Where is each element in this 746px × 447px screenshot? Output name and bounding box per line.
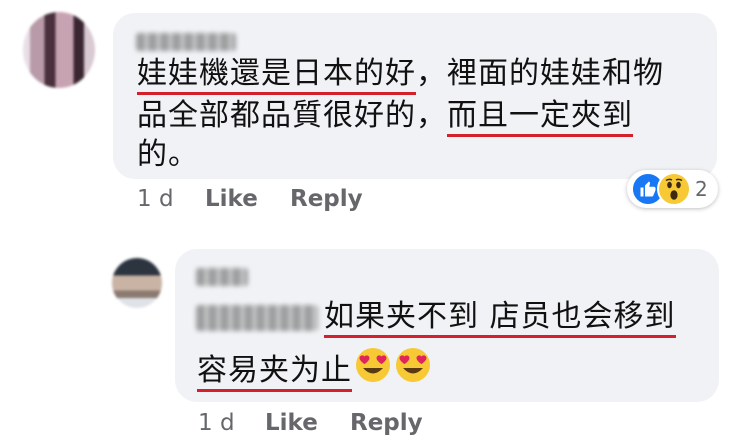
underlined-text: 容易夹为止 xyxy=(197,352,352,392)
reply-like-link[interactable]: Like xyxy=(265,410,318,436)
commenter-avatar[interactable] xyxy=(23,12,95,88)
reply-text-line-2: 容易夹为止 xyxy=(197,346,432,396)
comment-text-line-2: 品全部都品質很好的，而且一定夾到 xyxy=(137,95,633,137)
wow-icon xyxy=(657,172,691,206)
heart-eyes-emoji xyxy=(354,346,392,396)
reactions-summary[interactable]: 2 xyxy=(627,170,718,208)
replier-name-blurred[interactable] xyxy=(196,268,248,286)
reply-text-line-1: 如果夹不到 店员也会移到 xyxy=(324,296,676,338)
underlined-text: 娃娃機還是日本的好 xyxy=(137,56,416,95)
reply-link[interactable]: Reply xyxy=(290,186,363,212)
comment-text-line-3: 的。 xyxy=(137,137,199,172)
reply-timestamp[interactable]: 1 d xyxy=(198,410,235,436)
like-link[interactable]: Like xyxy=(205,186,258,212)
underlined-text: 而且一定夾到 xyxy=(447,98,633,137)
comment-timestamp[interactable]: 1 d xyxy=(137,186,174,212)
replier-avatar[interactable] xyxy=(112,258,162,308)
reply-reply-link[interactable]: Reply xyxy=(350,410,423,436)
commenter-name-blurred[interactable] xyxy=(136,33,236,51)
reaction-count: 2 xyxy=(695,177,708,201)
mentioned-name-blurred[interactable] xyxy=(196,305,318,331)
underlined-text: 如果夹不到 店员也会移到 xyxy=(324,299,676,338)
heart-eyes-emoji xyxy=(394,346,432,396)
comment-text-line-1: 娃娃機還是日本的好，裡面的娃娃和物 xyxy=(137,53,664,95)
